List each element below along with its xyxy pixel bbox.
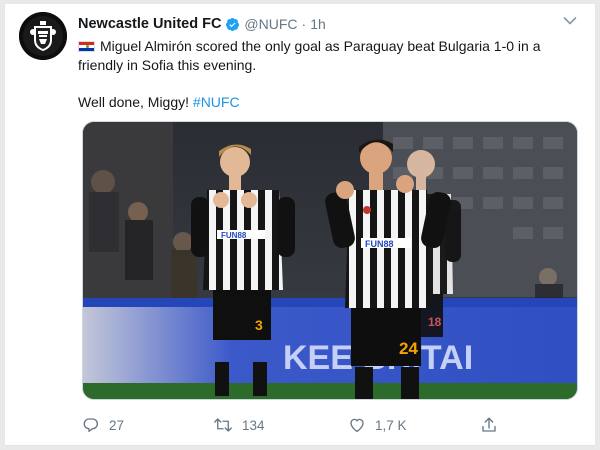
- reply-count: 27: [109, 417, 125, 433]
- center-player-sponsor: FUN88: [365, 239, 394, 249]
- tweet-card: Newcastle United FC @NUFC · 1h Miguel Al…: [4, 3, 596, 446]
- tweet-text-main: Miguel Almirón scored the only goal as P…: [78, 38, 541, 73]
- tweet-actions: 27 134 1,7 K: [82, 416, 502, 438]
- author-handle[interactable]: @NUFC: [244, 16, 297, 32]
- reply-icon: [83, 418, 99, 433]
- tweet-photo[interactable]: KEE BRITAI 3 FUN88: [82, 121, 578, 400]
- tweet-text-line2: Well done, Miggy! #NUFC: [78, 93, 578, 112]
- chevron-down-icon[interactable]: [563, 16, 577, 26]
- retweet-icon: [214, 418, 232, 432]
- tweet-text-cheer: Well done, Miggy!: [78, 94, 190, 110]
- separator-dot: ·: [301, 16, 307, 32]
- share-button[interactable]: [480, 416, 507, 434]
- share-icon: [482, 417, 496, 432]
- verified-badge-icon: [225, 17, 240, 32]
- tweet-text: Miguel Almirón scored the only goal as P…: [78, 37, 578, 112]
- center-player-number: 24: [399, 339, 418, 358]
- heart-icon: [350, 418, 364, 433]
- author-display-name[interactable]: Newcastle United FC: [78, 16, 221, 32]
- left-player-number: 3: [255, 317, 263, 333]
- reply-button[interactable]: 27: [82, 416, 124, 434]
- tweet-header: Newcastle United FC @NUFC · 1h: [78, 14, 326, 34]
- left-player-sponsor: FUN88: [221, 231, 247, 240]
- hashtag-link[interactable]: #NUFC: [193, 94, 240, 110]
- retweet-button[interactable]: 134: [213, 416, 265, 434]
- like-button[interactable]: 1,7 K: [348, 416, 407, 434]
- tweet-text-line1: Miguel Almirón scored the only goal as P…: [78, 37, 578, 75]
- nufc-crest-icon: [19, 12, 67, 60]
- right-player-number: 18: [428, 315, 442, 329]
- avatar[interactable]: [19, 12, 67, 60]
- like-count: 1,7 K: [375, 417, 407, 433]
- retweet-count: 134: [242, 417, 265, 433]
- players-celebrating-image: KEE BRITAI 3 FUN88: [83, 122, 577, 399]
- paraguay-flag-icon: [78, 41, 95, 52]
- tweet-timestamp[interactable]: 1h: [310, 16, 326, 32]
